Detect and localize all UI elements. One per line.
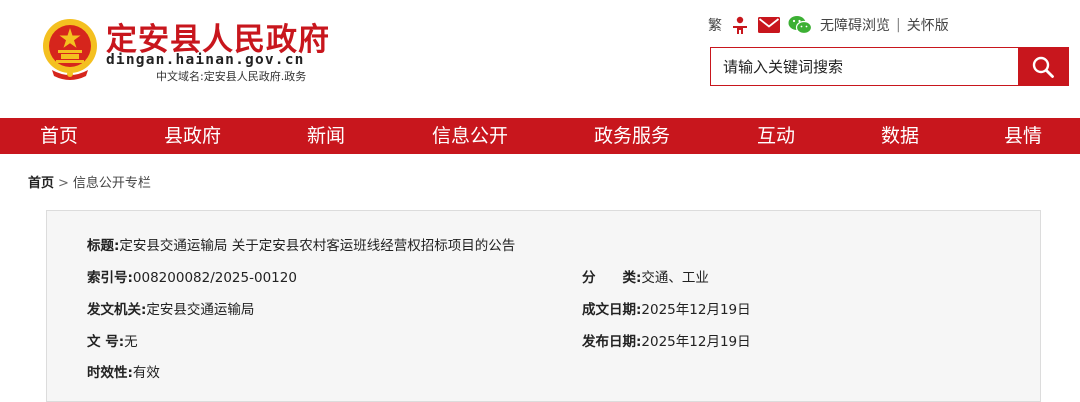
meta-category-value: 交通、工业 bbox=[641, 270, 709, 286]
site-domain: dingan.hainan.gov.cn bbox=[106, 52, 305, 68]
meta-publish-date: 发布日期:2025年12月19日 bbox=[582, 330, 751, 350]
site-logo[interactable]: 定安县人民政府 dingan.hainan.gov.cn 中文域名:定安县人民政… bbox=[40, 14, 360, 86]
meta-docno: 文 号:无 bbox=[87, 330, 138, 350]
nav-item-info-disclosure[interactable]: 信息公开 bbox=[432, 118, 508, 154]
wechat-icon[interactable] bbox=[788, 15, 812, 35]
meta-validity-key: 时效性: bbox=[87, 365, 133, 381]
meta-title-key: 标题: bbox=[87, 238, 120, 254]
header: 定安县人民政府 dingan.hainan.gov.cn 中文域名:定安县人民政… bbox=[0, 0, 1080, 118]
meta-title: 标题:定安县交通运输局 关于定安县农村客运班线经营权招标项目的公告 bbox=[87, 234, 515, 254]
traditional-chinese-link[interactable]: 繁 bbox=[708, 15, 722, 35]
nav-item-home[interactable]: 首页 bbox=[40, 118, 78, 154]
nav-item-gov-services[interactable]: 政务服务 bbox=[594, 118, 670, 154]
mail-icon[interactable] bbox=[758, 17, 780, 33]
meta-written-date-key: 成文日期: bbox=[582, 302, 642, 318]
breadcrumb: 首页 > 信息公开专栏 bbox=[28, 172, 151, 191]
search-button[interactable] bbox=[1018, 48, 1068, 85]
elderly-version-link[interactable]: 关怀版 bbox=[907, 15, 949, 35]
tools-separator: | bbox=[896, 17, 901, 33]
meta-issuer: 发文机关:定安县交通运输局 bbox=[87, 298, 254, 318]
elderly-icon[interactable] bbox=[730, 15, 750, 35]
meta-docno-value: 无 bbox=[124, 334, 138, 350]
main-nav: 首页 县政府 新闻 信息公开 政务服务 互动 数据 县情 bbox=[0, 118, 1080, 154]
nav-item-news[interactable]: 新闻 bbox=[307, 118, 345, 154]
meta-docno-key: 文 号: bbox=[87, 334, 125, 350]
site-cn-domain: 中文域名:定安县人民政府.政务 bbox=[156, 70, 307, 83]
meta-validity-value: 有效 bbox=[132, 365, 160, 381]
breadcrumb-current[interactable]: 信息公开专栏 bbox=[73, 176, 151, 191]
breadcrumb-home[interactable]: 首页 bbox=[28, 176, 54, 191]
search-box bbox=[710, 47, 1069, 86]
national-emblem-icon bbox=[43, 19, 97, 80]
nav-item-data[interactable]: 数据 bbox=[881, 118, 919, 154]
meta-publish-date-key: 发布日期: bbox=[582, 334, 642, 350]
breadcrumb-separator: > bbox=[58, 176, 69, 191]
meta-issuer-key: 发文机关: bbox=[87, 302, 147, 318]
document-meta-panel: 标题:定安县交通运输局 关于定安县农村客运班线经营权招标项目的公告 索引号:00… bbox=[46, 210, 1041, 402]
meta-index-value: 008200082/2025-00120 bbox=[132, 270, 297, 286]
nav-item-county-info[interactable]: 县情 bbox=[1004, 118, 1042, 154]
accessibility-link[interactable]: 无障碍浏览 bbox=[820, 15, 890, 35]
meta-validity: 时效性:有效 bbox=[87, 361, 160, 381]
nav-item-government[interactable]: 县政府 bbox=[164, 118, 221, 154]
meta-category: 分 类:交通、工业 bbox=[582, 266, 709, 286]
nav-item-interaction[interactable]: 互动 bbox=[757, 118, 795, 154]
meta-index: 索引号:008200082/2025-00120 bbox=[87, 266, 297, 286]
meta-index-key: 索引号: bbox=[87, 270, 133, 286]
meta-category-key: 分 类: bbox=[582, 270, 642, 286]
meta-publish-date-value: 2025年12月19日 bbox=[641, 334, 751, 350]
top-tools: 繁 无障碍浏览 | 关怀版 bbox=[708, 14, 949, 36]
search-input[interactable] bbox=[711, 48, 1017, 85]
meta-issuer-value: 定安县交通运输局 bbox=[146, 302, 255, 318]
meta-written-date-value: 2025年12月19日 bbox=[641, 302, 751, 318]
search-icon bbox=[1032, 56, 1054, 78]
meta-title-value: 定安县交通运输局 关于定安县农村客运班线经营权招标项目的公告 bbox=[119, 238, 516, 254]
meta-written-date: 成文日期:2025年12月19日 bbox=[582, 298, 751, 318]
